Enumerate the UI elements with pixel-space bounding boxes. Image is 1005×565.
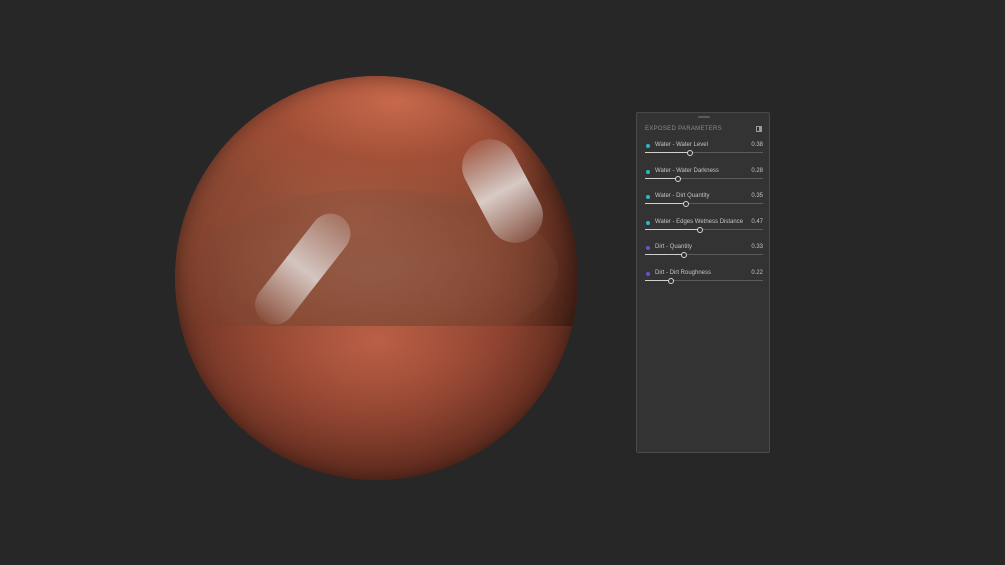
parameter-row: Dirt - Quantity 0.33 xyxy=(645,244,763,266)
slider-thumb[interactable] xyxy=(667,278,674,284)
parameter-row: Water - Dirt Quantity 0.35 xyxy=(645,193,763,215)
parameter-group-dot xyxy=(646,272,650,276)
parameter-value[interactable]: 0.22 xyxy=(751,270,763,276)
parameter-slider[interactable] xyxy=(645,226,763,233)
parameter-value[interactable]: 0.47 xyxy=(751,219,763,225)
slider-fill xyxy=(645,228,701,230)
parameter-value[interactable]: 0.35 xyxy=(751,193,763,199)
parameter-slider[interactable] xyxy=(645,278,763,284)
parameter-label: Dirt - Dirt Roughness xyxy=(655,270,712,276)
parameter-label: Water - Water Level xyxy=(655,142,708,148)
parameter-label: Water - Edges Wetness Distance xyxy=(655,218,744,225)
parameter-slider[interactable] xyxy=(645,175,763,182)
slider-fill xyxy=(645,203,687,205)
sphere-rim-shadow xyxy=(175,76,578,480)
parameter-group-dot xyxy=(646,195,650,200)
parameter-slider[interactable] xyxy=(645,252,763,259)
parameter-label: Dirt - Quantity xyxy=(655,244,693,251)
parameter-slider[interactable] xyxy=(645,201,763,208)
parameter-group-dot xyxy=(646,246,650,251)
parameter-value[interactable]: 0.38 xyxy=(751,142,763,148)
slider-fill xyxy=(645,254,684,256)
parameter-label: Water - Water Darkness xyxy=(655,167,719,174)
panel-title: EXPOSED PARAMETERS xyxy=(645,126,722,132)
parameter-value[interactable]: 0.28 xyxy=(751,168,763,174)
slider-thumb[interactable] xyxy=(697,226,704,233)
parameter-value[interactable]: 0.33 xyxy=(751,244,763,250)
slider-fill xyxy=(645,177,679,179)
parameter-row: Water - Water Level 0.38 xyxy=(645,142,763,164)
slider-thumb[interactable] xyxy=(680,252,687,259)
parameter-group-dot xyxy=(646,220,650,225)
3d-viewport[interactable] xyxy=(0,0,1005,565)
parameter-slider[interactable] xyxy=(645,150,763,156)
slider-thumb[interactable] xyxy=(686,150,693,156)
parameter-group-dot xyxy=(646,169,650,174)
parameter-row: Water - Water Darkness 0.28 xyxy=(645,168,763,190)
material-preview-sphere[interactable] xyxy=(175,76,578,480)
parameter-row: Dirt - Dirt Roughness 0.22 xyxy=(645,270,763,292)
slider-thumb[interactable] xyxy=(675,175,682,182)
slider-thumb[interactable] xyxy=(683,201,690,208)
parameter-row: Water - Edges Wetness Distance 0.47 xyxy=(645,219,763,241)
slider-fill xyxy=(645,152,690,153)
exposed-parameters-panel: EXPOSED PARAMETERS Water - Water Level 0.… xyxy=(636,112,770,453)
parameter-label: Water - Dirt Quantity xyxy=(655,193,710,200)
parameter-group-dot xyxy=(646,144,650,148)
panel-drag-handle[interactable] xyxy=(698,116,710,118)
panel-toggle-icon[interactable] xyxy=(756,126,762,132)
